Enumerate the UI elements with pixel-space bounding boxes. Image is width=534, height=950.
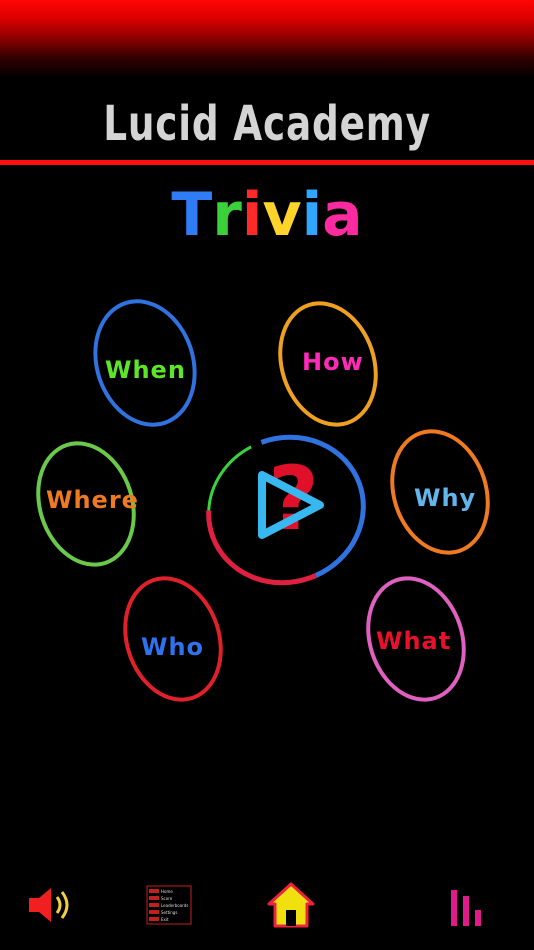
top-gradient-bar [0, 0, 534, 78]
how-bubble[interactable]: How [262, 288, 394, 440]
trivia-letter-4: i [301, 180, 323, 250]
stats-icon[interactable] [445, 880, 495, 930]
menu-item-home: Home [161, 889, 173, 894]
bottom-bar: Home Score Leaderboards Settings Exit [0, 870, 534, 940]
trivia-letter-0: T [171, 180, 213, 250]
menu-list-icon[interactable]: Home Score Leaderboards Settings Exit [145, 880, 195, 930]
why-bubble[interactable]: Why [374, 416, 506, 568]
home-icon[interactable] [266, 880, 316, 930]
trivia-letter-3: v [262, 180, 302, 250]
title-divider [0, 160, 534, 165]
trivia-letter-1: r [212, 180, 242, 250]
app-title: Lucid Academy [103, 96, 431, 152]
who-label: Who [141, 633, 205, 661]
how-label: How [302, 348, 364, 376]
trivia-letter-5: a [322, 180, 363, 250]
menu-item-score: Score [161, 896, 173, 901]
menu-item-settings: Settings [161, 910, 177, 915]
trivia-letter-2: i [241, 180, 263, 250]
speaker-icon[interactable] [25, 880, 75, 930]
when-label: When [105, 356, 186, 384]
where-bubble[interactable]: Where [20, 428, 152, 580]
why-label: Why [414, 484, 477, 512]
play-button[interactable] [250, 465, 330, 545]
game-title-trivia: Trivia [0, 180, 534, 250]
menu-item-leaderboards: Leaderboards [161, 903, 188, 908]
menu-item-exit: Exit [161, 917, 169, 922]
what-label: What [376, 627, 452, 655]
what-bubble[interactable]: What [350, 563, 482, 715]
where-label: Where [46, 486, 139, 514]
when-bubble[interactable]: When [77, 285, 213, 441]
